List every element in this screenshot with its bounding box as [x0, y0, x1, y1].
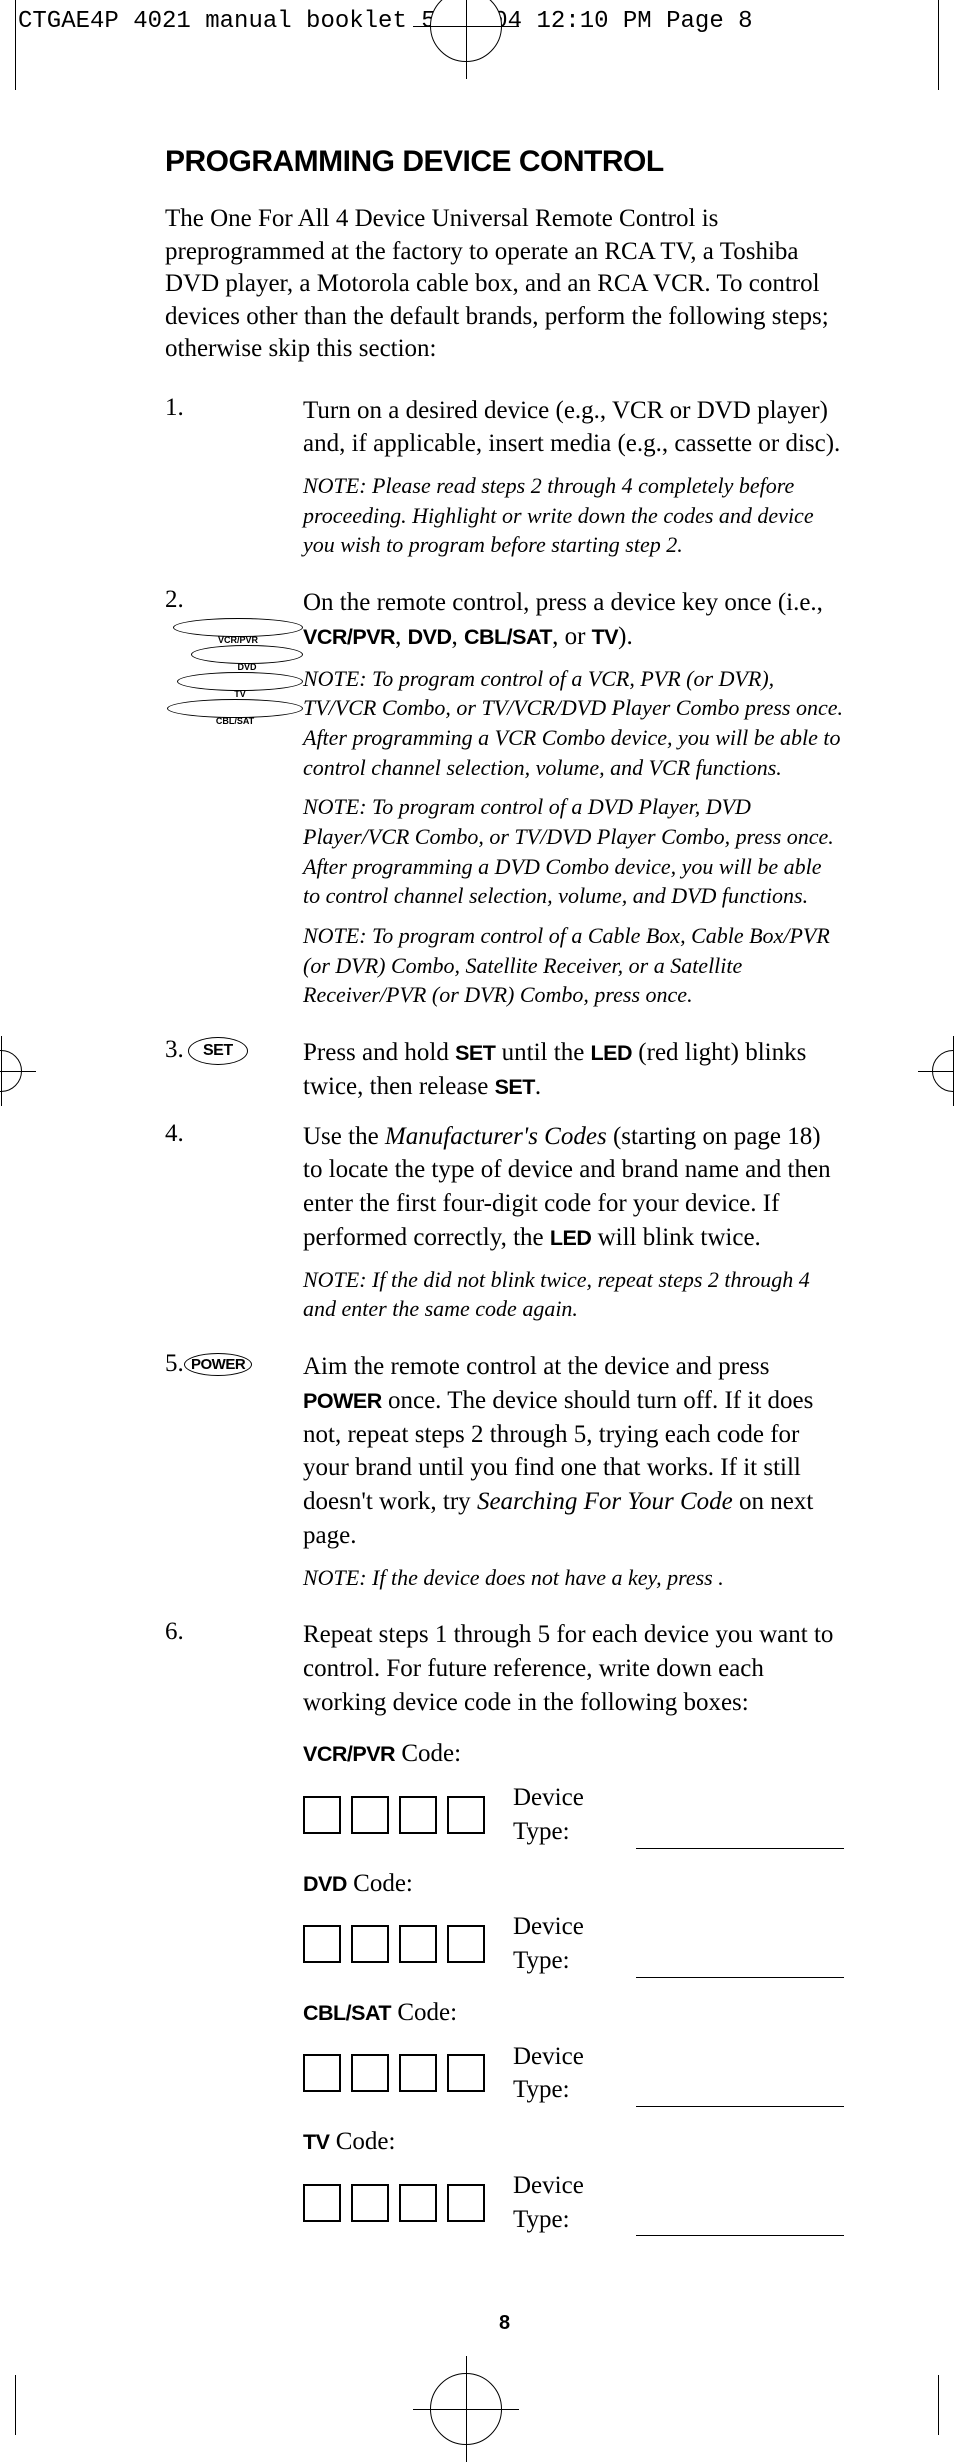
device-key-stack: VCR/PVR DVD TV CBL/SAT — [173, 618, 303, 726]
device-type-line — [636, 2217, 844, 2236]
registration-mark-icon — [932, 1050, 954, 1092]
registration-mark-icon — [0, 1050, 22, 1092]
intro-paragraph: The One For All 4 Device Universal Remot… — [165, 203, 844, 366]
vcr-pvr-label: VCR/PVR — [173, 635, 303, 645]
set-key-icon: SET — [188, 1037, 248, 1065]
step-3: 3. SET Press and hold SET until the LED … — [165, 1036, 844, 1104]
step-number: 3. — [165, 1036, 184, 1063]
step-text: Press and hold SET until the LED (red li… — [303, 1036, 844, 1104]
step-number: 2. — [165, 586, 184, 613]
tv-label: TV — [177, 689, 303, 699]
vcr-pvr-code-section: VCR/PVR Code: Device Type: — [303, 1737, 844, 1848]
dvd-code-section: DVD Code: Device Type: — [303, 1867, 844, 1978]
crop-mark — [938, 2375, 939, 2435]
step-2: 2. VCR/PVR DVD TV CBL/SAT On the — [165, 586, 844, 1020]
device-type-label: Device Type: — [513, 2040, 634, 2108]
step-number: 5. — [165, 1350, 184, 1377]
cbl-sat-code-section: CBL/SAT Code: Device Type: — [303, 1996, 844, 2107]
page-number: 8 — [165, 2312, 844, 2335]
cbl-sat-label: CBL/SAT — [167, 716, 303, 726]
device-type-line — [636, 1830, 844, 1849]
step-note: NOTE: If the device does not have a key,… — [303, 1563, 844, 1593]
dvd-label: DVD — [191, 662, 303, 672]
step-6: 6. Repeat steps 1 through 5 for each dev… — [165, 1618, 844, 2252]
step-text: Use the Manufacturer's Codes (starting o… — [303, 1120, 844, 1255]
step-number: 4. — [165, 1120, 184, 1147]
step-1: 1. Turn on a desired device (e.g., VCR o… — [165, 394, 844, 571]
registration-mark-icon — [430, 2373, 502, 2445]
step-note: NOTE: If the did not blink twice, repeat… — [303, 1265, 844, 1324]
step-5: 5. POWER Aim the remote control at the d… — [165, 1350, 844, 1602]
code-input-boxes — [303, 1796, 485, 1834]
step-number: 1. — [165, 394, 184, 421]
step-note: NOTE: To program control of a Cable Box,… — [303, 921, 844, 1010]
step-text: Aim the remote control at the device and… — [303, 1350, 844, 1553]
step-number: 6. — [165, 1618, 184, 1645]
code-input-boxes — [303, 2054, 485, 2092]
step-note: NOTE: To program control of a DVD Player… — [303, 792, 844, 911]
device-type-label: Device Type: — [513, 1781, 634, 1849]
device-type-label: Device Type: — [513, 2169, 634, 2237]
step-note: NOTE: Please read steps 2 through 4 comp… — [303, 471, 844, 560]
crop-mark — [15, 0, 16, 90]
code-input-boxes — [303, 1925, 485, 1963]
code-input-boxes — [303, 2184, 485, 2222]
step-text: Repeat steps 1 through 5 for each device… — [303, 1618, 844, 1719]
device-type-line — [636, 2088, 844, 2107]
device-type-label: Device Type: — [513, 1910, 634, 1978]
step-note: NOTE: To program control of a VCR, PVR (… — [303, 664, 844, 783]
step-text: Turn on a desired device (e.g., VCR or D… — [303, 394, 844, 462]
tv-code-section: TV Code: Device Type: — [303, 2125, 844, 2236]
crop-mark — [938, 0, 939, 90]
step-4: 4. Use the Manufacturer's Codes (startin… — [165, 1120, 844, 1334]
crop-mark — [15, 2375, 16, 2435]
step-text: On the remote control, press a device ke… — [303, 586, 844, 654]
device-type-line — [636, 1959, 844, 1978]
page-title: PROGRAMMING DEVICE CONTROL — [165, 145, 844, 179]
power-key-icon: POWER — [184, 1353, 252, 1376]
